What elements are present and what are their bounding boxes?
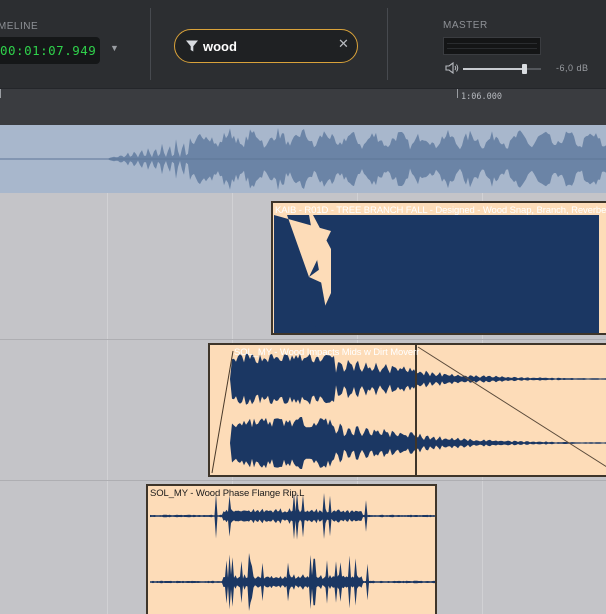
overview-waveform-graphic (0, 128, 606, 190)
master-volume-slider[interactable] (463, 68, 541, 70)
audio-clip[interactable]: KAIB - R01D - TREE BRANCH FALL - Designe… (271, 201, 606, 335)
timecode-dropdown-icon[interactable]: ▼ (110, 43, 119, 53)
tracks-area[interactable]: KAIB - R01D - TREE BRANCH FALL - Designe… (0, 193, 606, 614)
clip-waveform (150, 492, 435, 611)
search-input[interactable] (203, 36, 331, 56)
speaker-icon[interactable] (445, 62, 459, 74)
track-divider (0, 339, 606, 340)
master-label: MASTER (443, 20, 488, 31)
editor-window: TIMELINE 00:01:07.949 ▼ ✕ MASTER -6,0 dB… (0, 0, 606, 614)
clear-search-icon[interactable]: ✕ (338, 36, 349, 52)
timeline-ruler[interactable]: 1:06.000 (0, 88, 606, 125)
master-level-meter (443, 37, 541, 55)
track-divider (0, 480, 606, 481)
clip-title: SOL_MY - Wood Phase Flange Rip.L (150, 488, 305, 499)
volume-slider-thumb[interactable] (521, 64, 527, 74)
volume-readout: -6,0 dB (556, 63, 589, 73)
overview-waveform[interactable] (0, 125, 606, 193)
clip-waveform (274, 215, 606, 333)
clip-title: SOL_MY - Wood Impacts Mids w Dirt Moverr (234, 347, 420, 358)
audio-clip[interactable]: SOL_MY - Wood Impacts Mids w Dirt Moverr (208, 343, 606, 477)
ruler-tick (0, 89, 1, 98)
top-toolbar: TIMELINE 00:01:07.949 ▼ ✕ MASTER -6,0 dB (0, 0, 606, 88)
search-box[interactable]: ✕ (174, 29, 358, 63)
timeline-label: TIMELINE (0, 21, 39, 32)
ruler-time-label: 1:06.000 (461, 92, 502, 102)
filter-icon (186, 40, 198, 52)
clip-waveform (210, 345, 606, 475)
toolbar-divider (150, 8, 151, 80)
grid-line (107, 193, 108, 614)
timecode-display[interactable]: 00:01:07.949 (0, 37, 100, 64)
volume-fill (463, 68, 524, 70)
ruler-tick (457, 89, 458, 98)
audio-clip[interactable]: SOL_MY - Wood Phase Flange Rip.L (146, 484, 437, 614)
clip-title: KAIB - R01D - TREE BRANCH FALL - Designe… (275, 205, 606, 216)
toolbar-divider (387, 8, 388, 80)
